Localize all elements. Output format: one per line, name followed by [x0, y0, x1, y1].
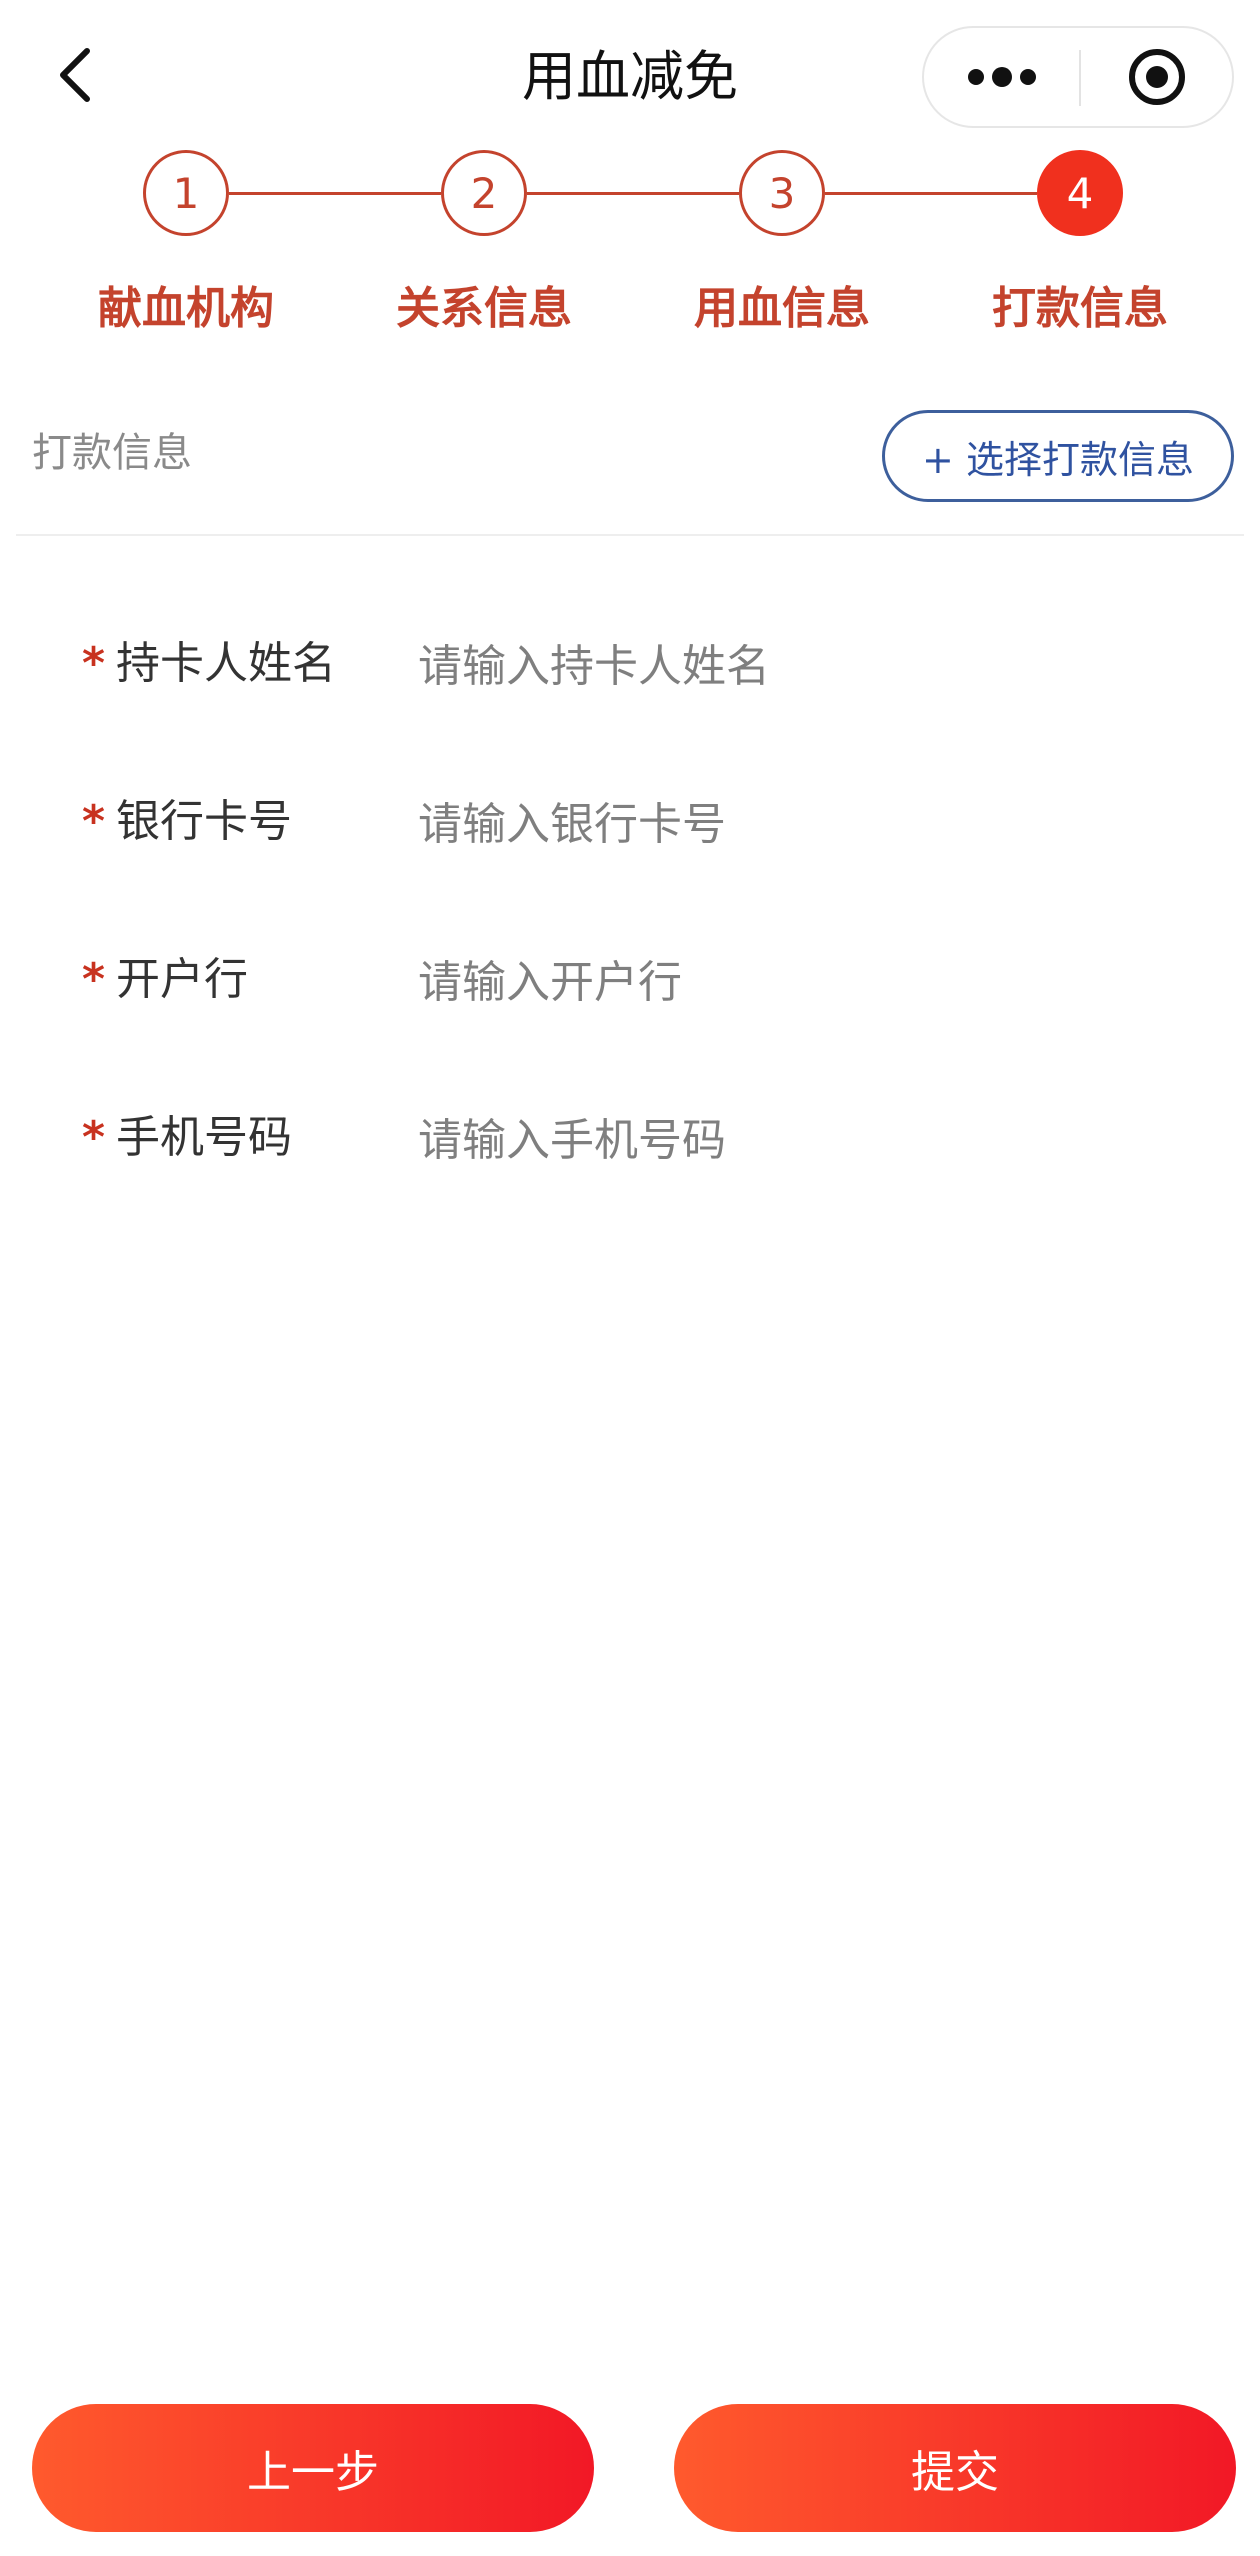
phone-number-input[interactable]	[418, 1102, 1198, 1178]
field-label: 开户行	[116, 954, 248, 1005]
form-row-cardholder-name: * 持卡人姓名	[0, 618, 1260, 738]
page: 用血减免 1 2 3 4 献血机构 关系信息 用血信息 打款信息 打款信息 + …	[0, 0, 1260, 2556]
step-4-label: 打款信息	[992, 283, 1168, 334]
step-1-label: 献血机构	[98, 283, 274, 334]
form-row-phone-number: * 手机号码	[0, 1092, 1260, 1212]
field-label: 手机号码	[116, 1112, 292, 1163]
submit-button[interactable]: 提交	[674, 2404, 1236, 2532]
bank-branch-input[interactable]	[418, 944, 1198, 1020]
step-4-circle[interactable]: 4	[1037, 150, 1123, 236]
bank-card-number-input[interactable]	[418, 786, 1198, 862]
field-label: 银行卡号	[116, 796, 292, 847]
step-connector	[825, 192, 1037, 195]
form-row-bank-card-number: * 银行卡号	[0, 776, 1260, 896]
target-circle-icon	[1128, 49, 1185, 105]
prev-step-button[interactable]: 上一步	[32, 2404, 594, 2532]
more-button[interactable]	[924, 28, 1079, 126]
stepper: 1 2 3 4 献血机构 关系信息 用血信息 打款信息	[0, 150, 1260, 350]
step-1-circle[interactable]: 1	[143, 150, 229, 236]
step-2-circle[interactable]: 2	[441, 150, 527, 236]
form-row-bank-branch: * 开户行	[0, 934, 1260, 1054]
required-mark: *	[82, 954, 106, 1005]
mini-program-capsule	[922, 26, 1234, 128]
divider	[16, 534, 1244, 536]
required-mark: *	[82, 638, 106, 689]
step-connector	[527, 192, 739, 195]
cardholder-name-input[interactable]	[418, 628, 1198, 704]
step-connector	[229, 192, 441, 195]
field-label: 持卡人姓名	[116, 638, 336, 689]
required-mark: *	[82, 1112, 106, 1163]
step-2-label: 关系信息	[396, 283, 572, 334]
select-payment-info-button[interactable]: + 选择打款信息	[882, 410, 1234, 502]
step-3-circle[interactable]: 3	[739, 150, 825, 236]
more-dots-icon	[967, 67, 1036, 87]
required-mark: *	[82, 796, 106, 847]
close-button[interactable]	[1081, 28, 1232, 126]
section-title: 打款信息	[32, 430, 192, 476]
step-3-label: 用血信息	[694, 283, 870, 334]
